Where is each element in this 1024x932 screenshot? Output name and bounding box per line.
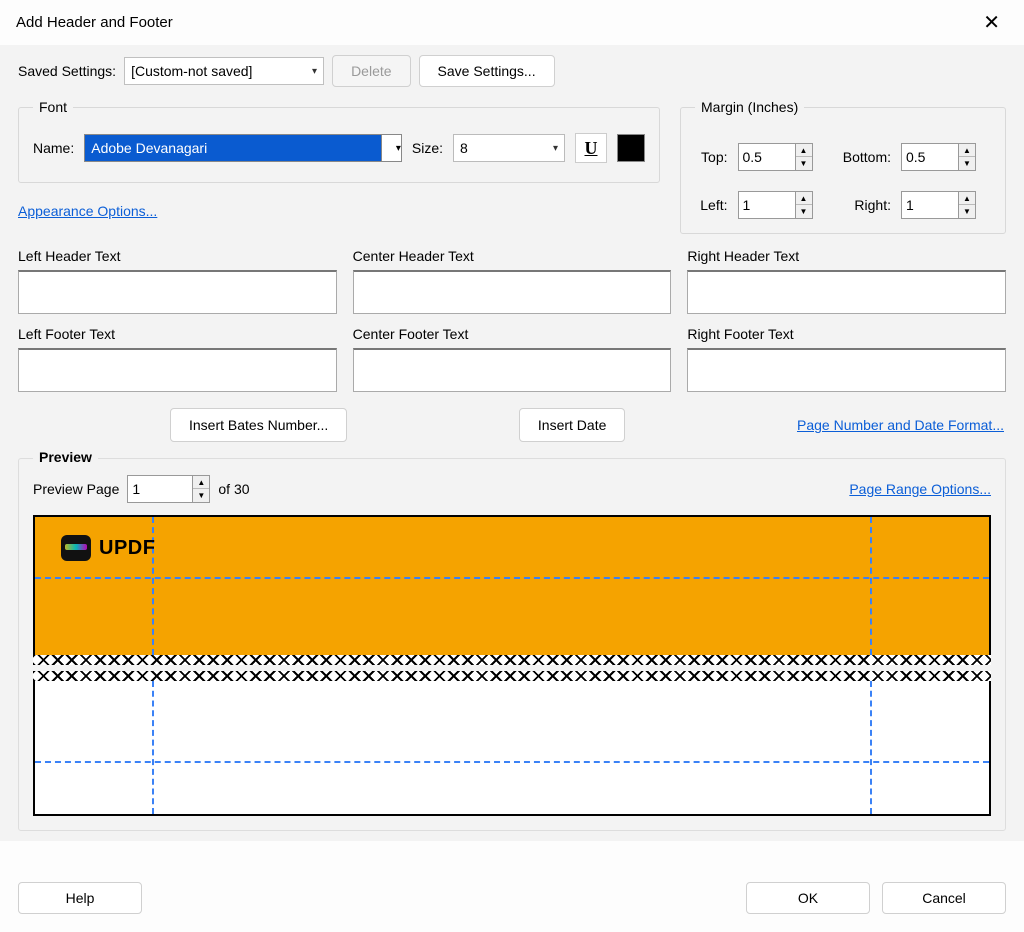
chevron-up-icon[interactable]: ▲ <box>959 192 975 205</box>
margin-left-label: Left: <box>695 197 728 213</box>
margin-bottom-stepper[interactable]: ▲▼ <box>901 143 991 171</box>
margin-left-stepper[interactable]: ▲▼ <box>738 191 828 219</box>
chevron-down-icon[interactable]: ▼ <box>796 205 812 218</box>
save-settings-button[interactable]: Save Settings... <box>419 55 555 87</box>
help-button[interactable]: Help <box>18 882 142 914</box>
left-header-input[interactable] <box>18 270 337 314</box>
margin-top-input[interactable] <box>738 143 796 171</box>
left-footer-input[interactable] <box>18 348 337 392</box>
chevron-down-icon[interactable]: ▼ <box>959 157 975 170</box>
right-footer-input[interactable] <box>687 348 1006 392</box>
insert-bates-button[interactable]: Insert Bates Number... <box>170 408 347 442</box>
left-footer-label: Left Footer Text <box>18 326 337 342</box>
font-size-label: Size: <box>412 140 443 156</box>
center-header-input[interactable] <box>353 270 672 314</box>
guide-line <box>152 681 154 814</box>
page-number-format-link[interactable]: Page Number and Date Format... <box>797 417 1004 433</box>
preview-page-total: of 30 <box>218 481 249 497</box>
close-icon[interactable]: ✕ <box>975 8 1008 37</box>
right-header-input[interactable] <box>687 270 1006 314</box>
chevron-down-icon: ▾ <box>553 143 558 154</box>
margin-legend: Margin (Inches) <box>695 99 804 115</box>
font-color-button[interactable] <box>617 134 645 162</box>
guide-line <box>35 761 989 763</box>
font-legend: Font <box>33 99 73 115</box>
margin-bottom-input[interactable] <box>901 143 959 171</box>
underline-icon: U <box>585 138 598 159</box>
margin-top-stepper[interactable]: ▲▼ <box>738 143 828 171</box>
guide-line <box>870 681 872 814</box>
chevron-down-icon: ▾ <box>312 66 317 77</box>
preview-page-input[interactable] <box>127 475 193 503</box>
underline-button[interactable]: U <box>575 133 607 163</box>
font-name-label: Name: <box>33 140 74 156</box>
cancel-button[interactable]: Cancel <box>882 882 1006 914</box>
chevron-up-icon[interactable]: ▲ <box>193 476 209 489</box>
guide-line <box>35 577 989 579</box>
preview-page-stepper[interactable]: ▲▼ <box>127 475 210 503</box>
preview-legend: Preview <box>33 449 98 465</box>
center-footer-input[interactable] <box>353 348 672 392</box>
preview-footer-page <box>33 681 991 816</box>
page-tear <box>33 671 991 681</box>
saved-settings-label: Saved Settings: <box>18 63 116 79</box>
dialog-title: Add Header and Footer <box>16 14 173 31</box>
appearance-options-link[interactable]: Appearance Options... <box>18 203 157 219</box>
margin-right-input[interactable] <box>901 191 959 219</box>
chevron-up-icon[interactable]: ▲ <box>796 192 812 205</box>
saved-settings-value: [Custom-not saved] <box>131 63 252 79</box>
chevron-down-icon[interactable]: ▼ <box>959 205 975 218</box>
preview-header-page: UPDF <box>33 515 991 655</box>
updf-logo-text: UPDF <box>99 537 155 560</box>
right-header-label: Right Header Text <box>687 248 1006 264</box>
page-tear <box>33 655 991 665</box>
saved-settings-select[interactable]: [Custom-not saved] ▾ <box>124 57 324 85</box>
delete-button[interactable]: Delete <box>332 55 410 87</box>
margin-right-stepper[interactable]: ▲▼ <box>901 191 991 219</box>
updf-logo: UPDF <box>61 535 155 561</box>
margin-left-input[interactable] <box>738 191 796 219</box>
chevron-down-icon[interactable]: ▼ <box>796 157 812 170</box>
margin-bottom-label: Bottom: <box>838 149 892 165</box>
page-range-options-link[interactable]: Page Range Options... <box>849 481 991 497</box>
right-footer-label: Right Footer Text <box>687 326 1006 342</box>
updf-icon <box>61 535 91 561</box>
chevron-down-icon[interactable]: ▼ <box>193 489 209 502</box>
font-size-value: 8 <box>460 140 468 156</box>
center-header-label: Center Header Text <box>353 248 672 264</box>
preview-page-label: Preview Page <box>33 481 119 497</box>
font-name-value: Adobe Devanagari <box>91 140 207 156</box>
font-size-select[interactable]: 8 ▾ <box>453 134 565 162</box>
guide-line <box>870 517 872 655</box>
chevron-down-icon: ▾ <box>396 143 401 154</box>
chevron-up-icon[interactable]: ▲ <box>959 144 975 157</box>
chevron-up-icon[interactable]: ▲ <box>796 144 812 157</box>
font-name-select[interactable]: Adobe Devanagari ▾ <box>84 134 402 162</box>
center-footer-label: Center Footer Text <box>353 326 672 342</box>
left-header-label: Left Header Text <box>18 248 337 264</box>
insert-date-button[interactable]: Insert Date <box>519 408 625 442</box>
ok-button[interactable]: OK <box>746 882 870 914</box>
margin-top-label: Top: <box>695 149 728 165</box>
margin-right-label: Right: <box>838 197 892 213</box>
